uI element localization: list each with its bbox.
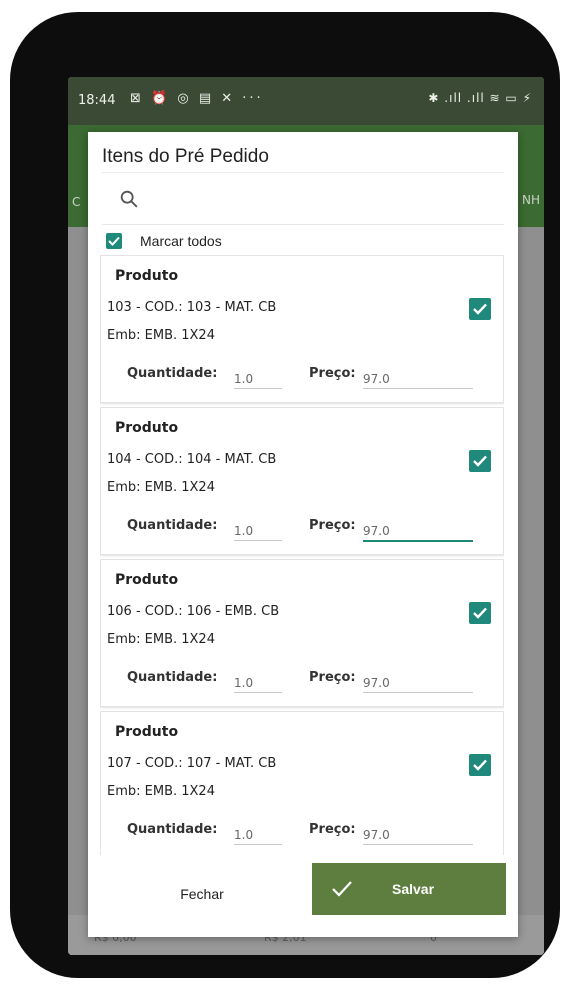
product-title: Produto — [115, 572, 179, 588]
price-field[interactable]: 97.0 — [363, 828, 473, 845]
product-checkbox[interactable] — [469, 754, 491, 776]
product-checkbox[interactable] — [469, 602, 491, 624]
price-field[interactable]: 97.0 — [363, 676, 473, 693]
close-button[interactable]: Fechar — [132, 877, 272, 911]
product-packaging: Emb: EMB. 1X24 — [107, 784, 215, 799]
select-all-label: Marcar todos — [140, 233, 222, 249]
quantity-label: Quantidade: — [127, 822, 218, 837]
price-label: Preço: — [309, 670, 356, 685]
background-tab-fragment-left: C — [72, 195, 81, 209]
product-card: Produto 106 - COD.: 106 - EMB. CB Emb: E… — [100, 559, 504, 707]
product-code: 106 - COD.: 106 - EMB. CB — [107, 604, 280, 619]
price-label: Preço: — [309, 822, 356, 837]
title-divider — [102, 172, 504, 173]
price-label: Preço: — [309, 518, 356, 533]
items-dialog: Itens do Pré Pedido Marcar todos Produto… — [88, 132, 518, 937]
quantity-field[interactable]: 1.0 — [234, 372, 282, 389]
price-field[interactable]: 97.0 — [363, 524, 473, 542]
price-field[interactable]: 97.0 — [363, 372, 473, 389]
checkbox-checked-icon — [473, 455, 487, 467]
save-button-label: Salvar — [392, 881, 435, 897]
product-packaging: Emb: EMB. 1X24 — [107, 328, 215, 343]
search-icon[interactable] — [118, 188, 142, 212]
item-list[interactable]: Produto 103 - COD.: 103 - MAT. CB Emb: E… — [100, 255, 504, 855]
product-code: 103 - COD.: 103 - MAT. CB — [107, 300, 277, 315]
quantity-label: Quantidade: — [127, 366, 218, 381]
phone-frame: 18:44 ⊠ ⏰ ◎ ▤ ✕ ··· ✱ .ıll .ıll ≋ ▭ ⚡ C … — [10, 12, 560, 978]
quantity-label: Quantidade: — [127, 518, 218, 533]
check-icon — [332, 881, 352, 897]
status-time: 18:44 — [78, 93, 116, 108]
search-input[interactable] — [152, 188, 496, 216]
product-checkbox[interactable] — [469, 450, 491, 472]
dialog-title: Itens do Pré Pedido — [102, 146, 269, 167]
quantity-field[interactable]: 1.0 — [234, 828, 282, 845]
product-title: Produto — [115, 420, 179, 436]
product-packaging: Emb: EMB. 1X24 — [107, 632, 215, 647]
quantity-field[interactable]: 1.0 — [234, 676, 282, 693]
checkbox-checked-icon — [473, 607, 487, 619]
background-tab-fragment-right: NH — [522, 193, 540, 207]
product-packaging: Emb: EMB. 1X24 — [107, 480, 215, 495]
search-bar[interactable] — [102, 182, 504, 222]
product-card: Produto 107 - COD.: 107 - MAT. CB Emb: E… — [100, 711, 504, 855]
quantity-field[interactable]: 1.0 — [234, 524, 282, 541]
product-code: 104 - COD.: 104 - MAT. CB — [107, 452, 277, 467]
checkbox-checked-icon — [473, 759, 487, 771]
quantity-label: Quantidade: — [127, 670, 218, 685]
product-title: Produto — [115, 268, 179, 284]
save-button[interactable]: Salvar — [312, 863, 506, 915]
status-bar: 18:44 ⊠ ⏰ ◎ ▤ ✕ ··· ✱ .ıll .ıll ≋ ▭ ⚡ — [68, 77, 544, 125]
product-card: Produto 104 - COD.: 104 - MAT. CB Emb: E… — [100, 407, 504, 555]
notification-icons: ⊠ ⏰ ◎ ▤ ✕ ··· — [130, 91, 264, 106]
screen: 18:44 ⊠ ⏰ ◎ ▤ ✕ ··· ✱ .ıll .ıll ≋ ▭ ⚡ C … — [68, 77, 544, 955]
price-label: Preço: — [309, 366, 356, 381]
search-underline — [102, 224, 504, 225]
product-card: Produto 103 - COD.: 103 - MAT. CB Emb: E… — [100, 255, 504, 403]
select-all-checkbox[interactable] — [106, 233, 122, 249]
checkbox-checked-icon — [473, 303, 487, 315]
system-status-icons: ✱ .ıll .ıll ≋ ▭ ⚡ — [428, 91, 532, 105]
product-checkbox[interactable] — [469, 298, 491, 320]
product-code: 107 - COD.: 107 - MAT. CB — [107, 756, 277, 771]
product-title: Produto — [115, 724, 179, 740]
dialog-footer: Fechar Salvar — [88, 855, 518, 937]
checkbox-checked-icon — [108, 236, 120, 246]
